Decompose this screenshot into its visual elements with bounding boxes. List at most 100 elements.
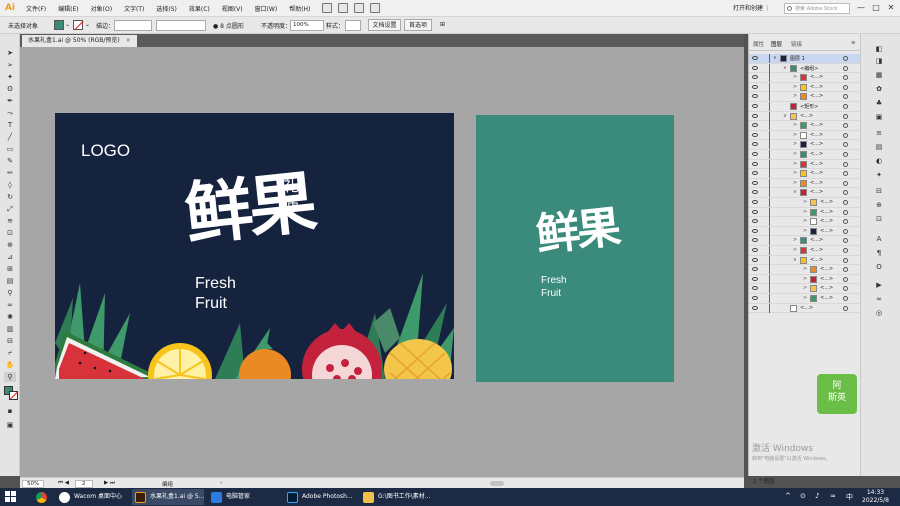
visibility-eye-icon[interactable] [752, 276, 758, 281]
tab-layers[interactable]: 图层 [771, 40, 782, 48]
target-circle-icon[interactable] [843, 104, 848, 109]
layer-row[interactable]: > <...> [749, 294, 861, 304]
target-circle-icon[interactable] [843, 123, 848, 129]
tab-properties[interactable]: 属性 [753, 40, 764, 48]
expand-arrow-icon[interactable]: > [803, 218, 807, 224]
transparency-icon[interactable]: ◐ [872, 156, 886, 166]
visibility-eye-icon[interactable] [752, 296, 758, 300]
target-circle-icon[interactable] [843, 132, 848, 138]
visibility-eye-icon[interactable] [752, 305, 758, 310]
brushes-icon[interactable]: ✿ [872, 84, 886, 94]
graphic-styles-icon[interactable]: ▣ [872, 112, 886, 122]
gradient-tool-icon[interactable]: ▤ [4, 276, 16, 286]
app-badge[interactable]: 阿斯英 [817, 374, 857, 414]
expand-arrow-icon[interactable]: ∨ [783, 65, 787, 71]
taskbar-app-photoshop[interactable]: Adobe Photosh... [284, 489, 356, 505]
visibility-eye-icon[interactable] [752, 238, 758, 243]
layer-row[interactable]: > <...> [749, 217, 861, 227]
rectangle-tool-icon[interactable]: ▭ [4, 144, 16, 154]
target-circle-icon[interactable] [843, 180, 848, 186]
target-circle-icon[interactable] [843, 267, 848, 273]
chrome-icon[interactable] [30, 489, 54, 505]
artboard-side[interactable]: 礼遇 鲜果 Fresh Fruit [476, 115, 674, 382]
expand-arrow-icon[interactable]: > [793, 141, 797, 147]
blend-tool-icon[interactable]: ∞ [4, 300, 16, 310]
eyedropper-tool-icon[interactable]: ⚲ [4, 288, 16, 298]
target-circle-icon[interactable] [843, 276, 848, 282]
visibility-eye-icon[interactable] [752, 84, 758, 89]
expand-arrow-icon[interactable]: > [793, 151, 797, 157]
layer-row[interactable]: <矩形> [749, 102, 861, 112]
scroll-left-icon[interactable]: ‹ [220, 480, 222, 486]
layer-row[interactable]: > <...> [749, 159, 861, 170]
layer-row[interactable]: ∨ <...> [749, 111, 861, 122]
layer-row[interactable]: > <...> [749, 92, 861, 102]
gpu-icon[interactable] [354, 3, 365, 13]
stroke-color-swatch[interactable] [9, 391, 18, 400]
visibility-eye-icon[interactable] [752, 132, 758, 137]
target-circle-icon[interactable] [843, 228, 848, 234]
target-circle-icon[interactable] [843, 296, 848, 301]
maximize-button[interactable]: □ [870, 2, 882, 14]
visibility-eye-icon[interactable] [752, 228, 758, 233]
expand-arrow-icon[interactable]: > [793, 161, 797, 167]
layer-row[interactable]: > <...> [749, 246, 861, 256]
layer-row[interactable]: ∨ <...> [749, 188, 861, 198]
document-setup-button[interactable]: 文档设置 [368, 19, 401, 31]
layer-row[interactable]: > <...> [749, 236, 861, 246]
close-button[interactable]: ✕ [885, 2, 897, 14]
visibility-eye-icon[interactable] [752, 180, 758, 185]
menu-help[interactable]: 帮助(H) [283, 4, 316, 13]
network-icon[interactable]: ⊙ [800, 492, 806, 500]
taskbar-app-illustrator[interactable]: 水果礼盒1.ai @ 5... [132, 489, 204, 505]
target-circle-icon[interactable] [843, 248, 848, 253]
stroke-swatch[interactable] [73, 20, 83, 30]
layer-row[interactable]: > <...> [749, 73, 861, 83]
layer-row[interactable]: > <...> [749, 284, 861, 294]
pen-tool-icon[interactable]: ✒ [4, 96, 16, 106]
selection-tool-icon[interactable]: ➤ [4, 48, 16, 58]
expand-arrow-icon[interactable]: > [793, 247, 797, 253]
visibility-eye-icon[interactable] [752, 209, 758, 214]
slice-tool-icon[interactable]: ⌿ [4, 348, 16, 358]
stock-search-input[interactable]: 搜索 Adobe Stock [784, 3, 850, 14]
expand-arrow-icon[interactable]: > [803, 209, 807, 215]
canvas[interactable]: LOGO 礼遇 鲜果 Fresh Fruit 礼遇 鲜果 Fresh Fruit [20, 47, 744, 477]
expand-arrow-icon[interactable]: > [803, 266, 807, 272]
target-circle-icon[interactable] [843, 94, 848, 100]
brush-icon[interactable] [370, 3, 381, 13]
panel-menu-icon[interactable]: ≡ [851, 40, 856, 46]
paragraph-icon[interactable]: ¶ [872, 248, 886, 258]
visibility-eye-icon[interactable] [752, 75, 758, 80]
lasso-tool-icon[interactable]: ʘ [4, 84, 16, 94]
menu-view[interactable]: 视图(V) [216, 4, 249, 13]
menu-effect[interactable]: 效果(C) [183, 4, 216, 13]
minimize-button[interactable]: — [855, 2, 867, 14]
visibility-eye-icon[interactable] [752, 104, 758, 108]
hand-tool-icon[interactable]: ✋ [4, 360, 16, 370]
layer-row[interactable]: > <...> [749, 130, 861, 141]
stroke-weight-input[interactable] [114, 20, 152, 31]
brush-definition[interactable]: ● 8 点圆形 [213, 21, 244, 30]
symbols-icon[interactable]: ♣ [872, 98, 886, 108]
layer-row[interactable]: > <...> [749, 121, 861, 131]
next-artboard-icon[interactable]: ▶ ⏭ [104, 480, 115, 487]
visibility-eye-icon[interactable] [752, 200, 758, 204]
align-icon[interactable]: ⊞ [440, 21, 445, 28]
layer-row[interactable]: > <...> [749, 178, 861, 189]
column-graph-tool-icon[interactable]: ▥ [4, 324, 16, 334]
swatches-icon[interactable]: ▦ [872, 70, 886, 80]
expand-arrow-icon[interactable]: > [793, 132, 797, 138]
image-trace-icon[interactable]: ◎ [872, 308, 886, 318]
visibility-eye-icon[interactable] [752, 219, 758, 224]
expand-arrow-icon[interactable]: > [803, 228, 807, 234]
target-circle-icon[interactable] [843, 219, 848, 225]
expand-arrow-icon[interactable]: > [803, 285, 807, 291]
artboard-number[interactable]: 2 [75, 480, 93, 488]
visibility-eye-icon[interactable] [752, 267, 758, 272]
visibility-eye-icon[interactable] [752, 113, 758, 118]
expand-arrow-icon[interactable]: > [793, 237, 797, 243]
visibility-eye-icon[interactable] [752, 171, 758, 176]
target-circle-icon[interactable] [843, 305, 848, 311]
expand-arrow-icon[interactable]: ∨ [793, 189, 797, 195]
